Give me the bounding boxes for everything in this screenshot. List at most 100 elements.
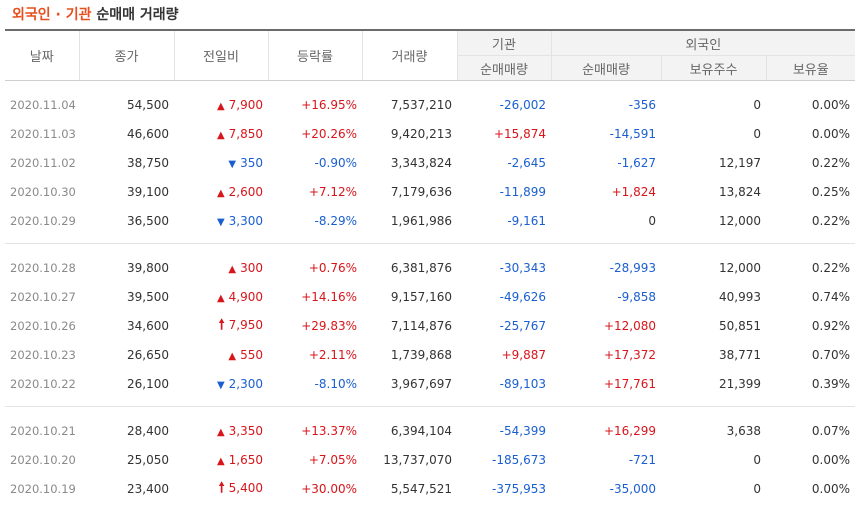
table-row: 2020.10.30 39,100 ▲ 2,600 +7.12% 7,179,636 -11… — [5, 177, 855, 206]
cell-foreign-ratio: 0.00% — [811, 481, 851, 496]
table-row: 2020.10.22 26,100 ▼ 2,300 -8.10% 3,967,697 -89… — [5, 369, 855, 398]
cell-foreign-net: +12,080 — [603, 318, 656, 333]
cell-institution-net: +15,874 — [493, 126, 546, 141]
cell-institution-net: -2,645 — [507, 155, 546, 170]
triangle-down-icon: ▼ — [216, 216, 225, 228]
change-value: 7,950 — [228, 317, 263, 332]
cell-close: 26,100 — [127, 376, 169, 391]
header-date: 날짜 — [5, 29, 79, 81]
cell-rate: +14.16% — [301, 289, 357, 304]
group-separator — [5, 235, 856, 244]
table-body: 2020.11.04 54,500 ▲ 7,900 +16.95% 7,537,210 -2… — [5, 81, 856, 504]
cell-institution-net: -26,002 — [499, 97, 546, 112]
cell-foreign-holding: 13,824 — [719, 184, 761, 199]
cell-volume: 6,394,104 — [390, 423, 452, 438]
cell-volume: 1,739,868 — [390, 347, 452, 362]
table-row: 2020.11.04 54,500 ▲ 7,900 +16.95% 7,537,210 -2… — [5, 90, 855, 119]
change-value: 3,300 — [228, 213, 263, 228]
cell-foreign-holding: 12,197 — [719, 155, 761, 170]
cell-volume: 6,381,876 — [390, 260, 452, 275]
cell-volume: 1,961,986 — [390, 213, 452, 228]
triangle-up-icon: ▲ — [216, 187, 225, 199]
cell-rate: +29.83% — [301, 318, 357, 333]
change-value: 7,850 — [228, 126, 263, 141]
cell-change: 🠕 7,950 — [174, 311, 268, 340]
cell-foreign-holding: 12,000 — [719, 260, 761, 275]
cell-close: 39,100 — [127, 184, 169, 199]
table-row: 2020.10.20 25,050 ▲ 1,650 +7.05% 13,737,070 -1… — [5, 445, 855, 474]
cell-volume: 9,157,160 — [390, 289, 452, 304]
cell-foreign-ratio: 0.07% — [811, 423, 851, 438]
title-net-volume: 순매매 거래량 — [96, 7, 179, 23]
cell-foreign-net: 0 — [648, 213, 656, 228]
title-separator: · — [50, 7, 66, 23]
cell-rate: +20.26% — [301, 126, 357, 141]
cell-date: 2020.10.19 — [10, 481, 76, 496]
triangle-up-icon: ▲ — [216, 292, 225, 304]
change-value: 3,350 — [228, 423, 263, 438]
cell-volume: 13,737,070 — [383, 452, 452, 467]
cell-date: 2020.11.04 — [10, 97, 76, 112]
cell-institution-net: -89,103 — [499, 376, 546, 391]
triangle-up-icon: ▲ — [216, 100, 225, 112]
header-rate: 등락률 — [267, 29, 362, 81]
cell-date: 2020.10.30 — [10, 184, 76, 199]
triangle-up-icon: ▲ — [228, 350, 237, 362]
change-value: 2,300 — [228, 376, 263, 391]
cell-institution-net: -54,399 — [499, 423, 546, 438]
cell-institution-net: -9,161 — [507, 213, 546, 228]
change-value: 7,900 — [228, 97, 263, 112]
cell-close: 39,500 — [127, 289, 169, 304]
cell-close: 54,500 — [127, 97, 169, 112]
cell-institution-net: +9,887 — [501, 347, 546, 362]
cell-foreign-holding: 50,851 — [719, 318, 761, 333]
table-row: 2020.10.29 36,500 ▼ 3,300 -8.29% 1,961,986 -9,… — [5, 206, 855, 235]
cell-close: 46,600 — [127, 126, 169, 141]
table-row: 2020.10.21 28,400 ▲ 3,350 +13.37% 6,394,104 -5… — [5, 416, 855, 445]
group-spacer — [5, 244, 855, 254]
cell-foreign-ratio: 0.70% — [811, 347, 851, 362]
cell-foreign-net: -1,627 — [617, 155, 656, 170]
change-value: 550 — [240, 347, 263, 362]
cell-foreign-ratio: 0.74% — [811, 289, 851, 304]
triangle-down-icon: ▼ — [228, 158, 237, 170]
cell-foreign-holding: 0 — [753, 126, 761, 141]
triangle-down-icon: ▼ — [216, 379, 225, 391]
triangle-up-icon: ▲ — [216, 129, 225, 141]
cell-change: ▲ 2,600 — [174, 177, 268, 206]
cell-foreign-ratio: 0.22% — [811, 260, 851, 275]
cell-date: 2020.11.03 — [10, 126, 76, 141]
cell-institution-net: -185,673 — [492, 452, 546, 467]
cell-foreign-ratio: 0.92% — [811, 318, 851, 333]
cell-date: 2020.10.21 — [10, 423, 76, 438]
cell-change: ▼ 350 — [174, 148, 268, 177]
cell-volume: 3,967,697 — [390, 376, 452, 391]
group-separator — [5, 398, 856, 407]
cell-foreign-net: -356 — [628, 97, 656, 112]
cell-foreign-net: -28,993 — [609, 260, 656, 275]
cell-rate: +16.95% — [301, 97, 357, 112]
limit-up-arrow-icon: 🠕 — [218, 479, 225, 496]
cell-change: ▲ 550 — [174, 340, 268, 369]
cell-date: 2020.11.02 — [10, 155, 76, 170]
cell-foreign-holding: 0 — [753, 97, 761, 112]
cell-foreign-ratio: 0.00% — [811, 97, 851, 112]
cell-foreign-holding: 0 — [753, 481, 761, 496]
cell-close: 25,050 — [127, 452, 169, 467]
cell-institution-net: -11,899 — [499, 184, 546, 199]
cell-foreign-net: +17,372 — [603, 347, 656, 362]
table-row: 2020.10.28 39,800 ▲ 300 +0.76% 6,381,876 -30,3… — [5, 253, 855, 282]
cell-volume: 5,547,521 — [390, 481, 452, 496]
change-value: 300 — [240, 260, 263, 275]
cell-date: 2020.10.22 — [10, 376, 76, 391]
cell-date: 2020.10.23 — [10, 347, 76, 362]
cell-change: 🠕 5,400 — [174, 474, 268, 503]
cell-foreign-ratio: 0.00% — [811, 452, 851, 467]
cell-change: ▲ 7,850 — [174, 119, 268, 148]
table-row: 2020.10.23 26,650 ▲ 550 +2.11% 1,739,868 +9,88… — [5, 340, 855, 369]
cell-foreign-holding: 12,000 — [719, 213, 761, 228]
cell-date: 2020.10.20 — [10, 452, 76, 467]
triangle-up-icon: ▲ — [228, 263, 237, 275]
header-foreign-ratio: 보유율 — [765, 55, 856, 81]
change-value: 5,400 — [228, 480, 263, 495]
